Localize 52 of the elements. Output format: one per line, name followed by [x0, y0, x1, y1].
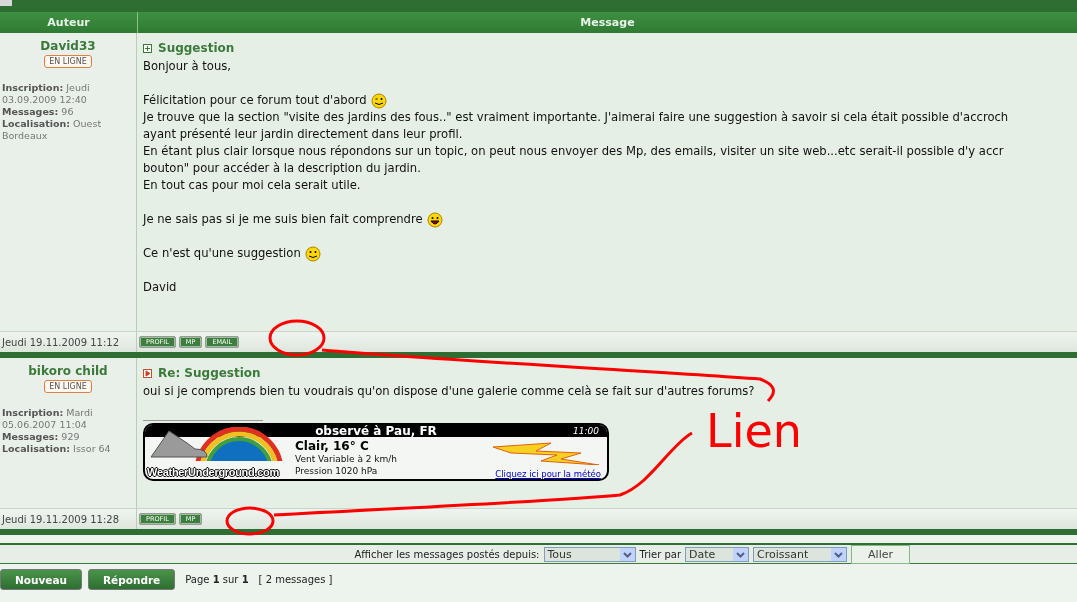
message-text: Ce n'est qu'une suggestion [143, 245, 301, 262]
post-title[interactable]: Suggestion [158, 41, 235, 55]
smiley-icon [304, 245, 321, 262]
profile-info: Localisation: Issor 64 [2, 443, 112, 455]
online-badge: EN LIGNE [44, 380, 92, 393]
go-button[interactable]: Aller [851, 544, 910, 564]
profile-info: Messages: 929 [2, 431, 81, 443]
since-select[interactable]: Tous [543, 546, 636, 562]
sort-label: Trier par [639, 548, 682, 560]
hand-drawn-circle [225, 506, 275, 536]
author-name[interactable]: David33 [40, 39, 96, 53]
smiley-icon [370, 92, 387, 109]
profile-info: Localisation: Ouest Bordeaux [2, 118, 103, 142]
order-select[interactable]: Croissant [753, 546, 848, 562]
smiley-icon [426, 211, 443, 228]
message-text: En étant plus clair lorsque nous répondons sur un topic, on peut nous envoyer des Mp, des emails, visiter un site web...etc serait-il possible d'y accr [143, 143, 1004, 160]
page-indicator: Page 1 sur 1 [185, 574, 249, 585]
message-text: oui si je comprends bien tu voudrais qu'on dispose d'une galerie comme celà se fait sur d'autres forums? [143, 383, 755, 400]
action-button[interactable]: Nouveau [0, 569, 82, 590]
rain-cloud-rainbow-icon [147, 427, 285, 461]
message-text: Bonjour à tous, [143, 58, 231, 75]
weather-pressure: Pression 1020 hPa [295, 465, 379, 477]
column-header: Auteur [0, 12, 137, 33]
filter-label: Afficher les messages postés depuis: [354, 548, 540, 560]
message-text: En tout cas pour moi cela serait utile. [143, 177, 361, 194]
lightning-icon [491, 439, 601, 465]
weather-wind: Vent Variable à 2 km/h [295, 453, 399, 465]
weather-logo: WeatherUnderground.com [147, 466, 279, 478]
message-text: Je ne sais pas si je me suis bien fait comprendre [143, 211, 423, 228]
post-date: Jeudi 19.11.2009 11:28 [2, 513, 119, 525]
action-button[interactable]: Répondre [88, 569, 176, 590]
post-title[interactable]: Re: Suggestion [158, 366, 261, 380]
profile-info: Inscription: Mardi 05.06.2007 11:04 [2, 407, 94, 431]
profile-info: Inscription: Jeudi 03.09.2009 12:40 [2, 82, 91, 106]
hand-drawn-circle [268, 319, 326, 357]
weather-condition: Clair, 16° C [295, 439, 370, 453]
author-name[interactable]: bikoro child [28, 364, 108, 378]
message-text: Félicitation pour ce forum tout d'abord [143, 92, 367, 109]
weather-link[interactable]: Cliquez ici pour la météo [495, 469, 601, 479]
message-text: bouton" pour accéder à la description du jardin. [143, 160, 421, 177]
weather-time: 11:00 [573, 426, 599, 436]
column-header: Message [137, 12, 1077, 33]
message-count: [ 2 messages ] [258, 574, 333, 585]
post-date: Jeudi 19.11.2009 11:12 [2, 336, 119, 348]
profile-info: Messages: 96 [2, 106, 75, 118]
weather-location: observé à Pau, FR [315, 425, 437, 438]
sort-select[interactable]: Date [685, 546, 750, 562]
online-badge: EN LIGNE [44, 55, 92, 68]
message-text: Je trouve que la section "visite des jardins des fous.." est vraiment importante. J'aimerai faire une suggestion à savoir si cela était possible d'accroch [143, 109, 1009, 126]
message-text: David [143, 279, 177, 296]
message-text: ayant présenté leur jardin directement dans leur profil. [143, 126, 463, 143]
annotation-text: Lien [706, 404, 802, 458]
